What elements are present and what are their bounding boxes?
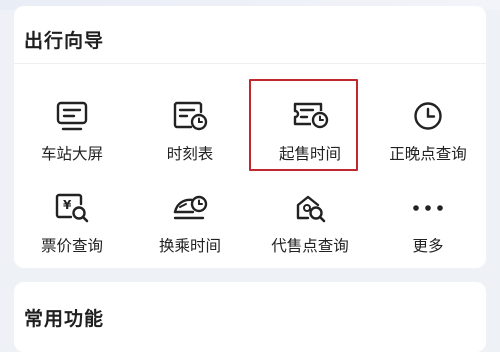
more-button[interactable]: 更多: [370, 178, 486, 268]
timetable-button[interactable]: 时刻表: [132, 86, 248, 176]
clock-icon: [370, 100, 486, 132]
fare-search-button[interactable]: ¥ 票价查询: [14, 178, 130, 268]
highlight-box: [249, 79, 358, 171]
station-screen-label: 车站大屏: [40, 145, 103, 163]
fare-search-icon: ¥: [14, 192, 130, 224]
agency-search-label: 代售点查询: [271, 237, 349, 255]
travel-guide-title: 出行向导: [24, 30, 105, 52]
transfer-train-icon: [132, 192, 248, 224]
station-screen-button[interactable]: 车站大屏: [14, 86, 130, 176]
svg-text:¥: ¥: [63, 198, 72, 212]
transfer-time-label: 换乘时间: [158, 237, 221, 255]
delay-query-button[interactable]: 正晚点查询: [370, 86, 486, 176]
more-label: 更多: [412, 237, 444, 255]
transfer-time-button[interactable]: 换乘时间: [132, 178, 248, 268]
delay-query-label: 正晚点查询: [389, 145, 467, 163]
timetable-label: 时刻表: [166, 145, 214, 163]
timetable-icon: [132, 100, 248, 132]
common-functions-card: 常用功能: [14, 282, 486, 352]
common-functions-title: 常用功能: [24, 308, 105, 330]
divider: [14, 63, 486, 64]
fare-search-label: 票价查询: [40, 237, 103, 255]
agency-search-icon: [252, 192, 368, 224]
more-dots-icon: [370, 192, 486, 224]
station-screen-icon: [14, 100, 130, 132]
agency-search-button[interactable]: 代售点查询: [252, 178, 368, 268]
